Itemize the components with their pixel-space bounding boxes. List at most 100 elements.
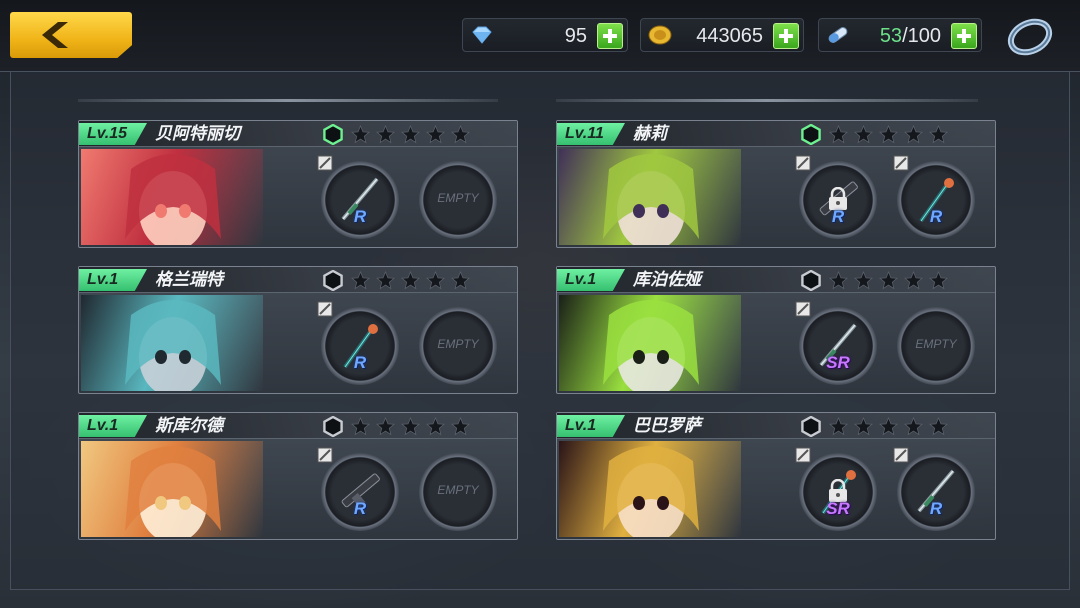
rank-star-icon: [425, 416, 446, 436]
card-header: Lv.11 赫莉: [557, 121, 995, 147]
rank-hexagon-icon: [323, 416, 343, 437]
rank-star-icon: [903, 270, 924, 290]
rank-star-icon: [450, 416, 471, 436]
rank-star-icon: [375, 124, 396, 144]
gold-coin-icon: [648, 25, 672, 45]
rank-star-icon: [853, 270, 874, 290]
star-rating: [350, 416, 471, 436]
rank-hexagon-icon: [801, 416, 821, 437]
character-card[interactable]: Lv.1 巴巴罗萨 SR R: [556, 412, 996, 540]
grade-badge: R: [929, 207, 943, 226]
level-badge: Lv.1: [557, 269, 625, 291]
rank-star-icon: [450, 124, 471, 144]
star-rating: [828, 124, 949, 144]
rank-star-icon: [425, 124, 446, 144]
diamond-counter: 95: [462, 18, 628, 52]
stamina-value: 53/100: [879, 25, 941, 47]
grade-badge: SR: [826, 499, 850, 518]
star-rating: [828, 270, 949, 290]
stamina-counter: 53/100: [818, 18, 982, 52]
character-name: 格兰瑞特: [155, 270, 223, 290]
character-portrait[interactable]: [559, 295, 741, 391]
level-badge: Lv.15: [79, 123, 147, 145]
star-rating: [350, 270, 471, 290]
rank-star-icon: [853, 416, 874, 436]
equipment-slot[interactable]: SR: [795, 301, 877, 385]
level-badge: Lv.11: [557, 123, 625, 145]
rank-star-icon: [828, 124, 849, 144]
rank-star-icon: [375, 270, 396, 290]
rank-hexagon-icon: [323, 124, 343, 145]
character-card[interactable]: Lv.1 斯库尔德 R EMPTY: [78, 412, 518, 540]
character-portrait[interactable]: [559, 441, 741, 537]
equipment-slot[interactable]: EMPTY: [419, 453, 497, 531]
ring-menu-icon[interactable]: [1004, 14, 1056, 60]
star-rating: [828, 416, 949, 436]
diamond-value: 95: [564, 25, 587, 47]
rank-hexagon-icon: [323, 270, 343, 291]
equipment-slot[interactable]: SR: [795, 447, 877, 531]
character-name: 库泊佐娅: [633, 270, 701, 290]
add-gold-button[interactable]: [773, 23, 799, 49]
grade-badge: R: [929, 499, 943, 518]
add-stamina-button[interactable]: [951, 23, 977, 49]
equipment-slot[interactable]: R: [795, 155, 877, 239]
rank-star-icon: [928, 124, 949, 144]
empty-slot-label: EMPTY: [915, 337, 957, 351]
character-name: 斯库尔德: [155, 416, 223, 436]
equipment-slot[interactable]: R: [893, 155, 975, 239]
rank-star-icon: [828, 270, 849, 290]
rank-star-icon: [903, 416, 924, 436]
rank-star-icon: [878, 124, 899, 144]
grade-badge: R: [353, 353, 367, 372]
character-portrait[interactable]: [559, 149, 741, 245]
grade-badge: SR: [826, 353, 850, 372]
rank-star-icon: [425, 270, 446, 290]
left-divider: [78, 99, 498, 102]
equipment-slot[interactable]: R: [317, 447, 399, 531]
rank-star-icon: [928, 416, 949, 436]
empty-slot-label: EMPTY: [437, 337, 479, 351]
rank-hexagon-icon: [801, 270, 821, 291]
rank-star-icon: [375, 416, 396, 436]
character-card[interactable]: Lv.15 贝阿特丽切 R EMPTY: [78, 120, 518, 248]
rank-star-icon: [350, 124, 371, 144]
level-badge: Lv.1: [79, 269, 147, 291]
rank-star-icon: [400, 416, 421, 436]
empty-slot-label: EMPTY: [437, 191, 479, 205]
character-name: 贝阿特丽切: [155, 124, 240, 144]
rank-star-icon: [878, 416, 899, 436]
back-button[interactable]: [10, 12, 132, 58]
character-portrait[interactable]: [81, 441, 263, 537]
equipment-slot[interactable]: EMPTY: [419, 307, 497, 385]
character-card[interactable]: Lv.1 格兰瑞特 R EMPTY: [78, 266, 518, 394]
character-portrait[interactable]: [81, 295, 263, 391]
gold-value: 443065: [696, 25, 763, 47]
character-card[interactable]: Lv.11 赫莉 R R: [556, 120, 996, 248]
equipment-slot[interactable]: EMPTY: [419, 161, 497, 239]
back-arrow-icon: [42, 22, 68, 48]
grade-badge: R: [353, 207, 367, 226]
equipment-slot[interactable]: R: [317, 301, 399, 385]
right-divider: [556, 99, 978, 102]
star-rating: [350, 124, 471, 144]
character-name: 赫莉: [633, 124, 667, 144]
card-header: Lv.1 格兰瑞特: [79, 267, 517, 293]
character-name: 巴巴罗萨: [633, 416, 701, 436]
level-badge: Lv.1: [79, 415, 147, 437]
add-diamond-button[interactable]: [597, 23, 623, 49]
rank-star-icon: [350, 270, 371, 290]
equipment-slot[interactable]: R: [893, 447, 975, 531]
equipment-slot[interactable]: EMPTY: [897, 307, 975, 385]
character-portrait[interactable]: [81, 149, 263, 245]
rank-star-icon: [878, 270, 899, 290]
grade-badge: R: [353, 499, 367, 518]
equipment-slot[interactable]: R: [317, 155, 399, 239]
top-bar: 95 443065 53/100: [0, 0, 1080, 72]
rank-star-icon: [350, 416, 371, 436]
stamina-pill-icon: [828, 27, 848, 43]
rank-star-icon: [853, 124, 874, 144]
rank-star-icon: [400, 270, 421, 290]
grade-badge: R: [831, 207, 845, 226]
character-card[interactable]: Lv.1 库泊佐娅 SR EMPTY: [556, 266, 996, 394]
